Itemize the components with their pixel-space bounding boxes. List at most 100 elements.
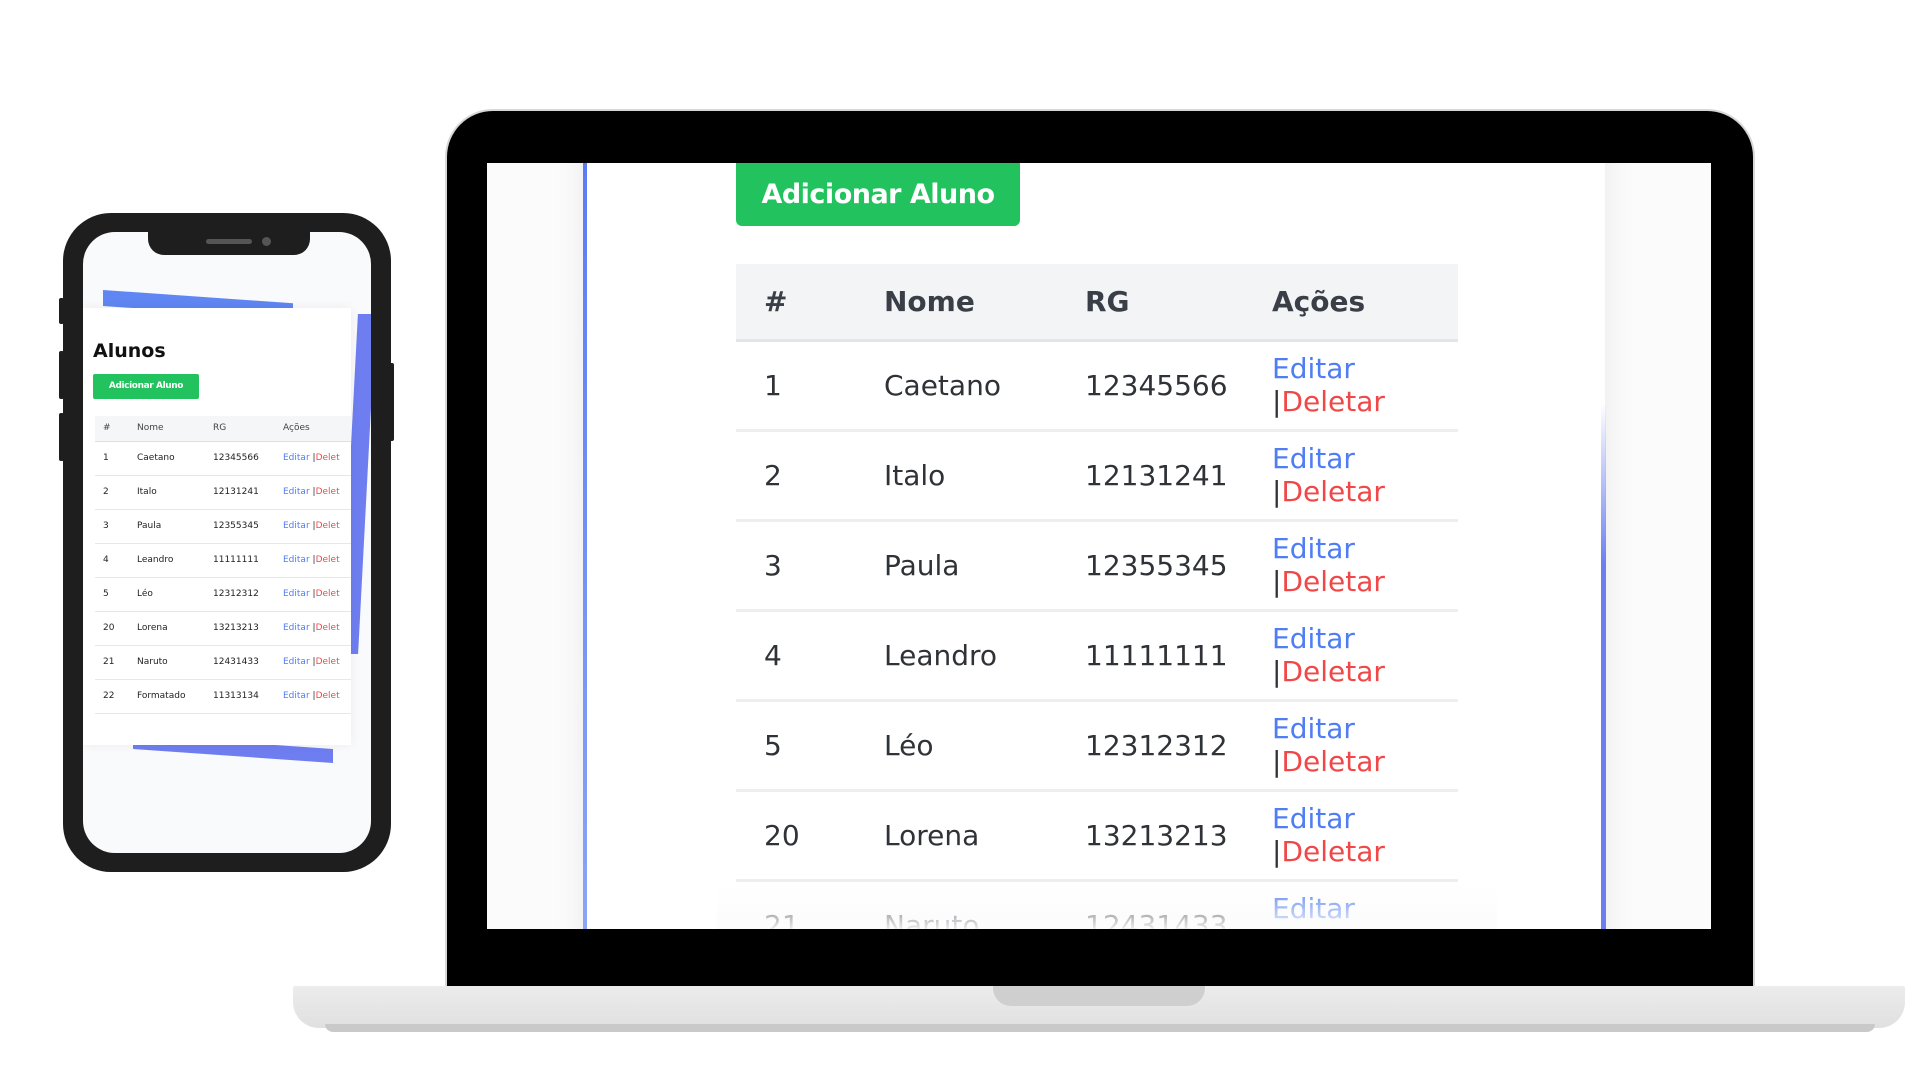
cell-rg: 12345566 <box>1057 340 1244 432</box>
cell-rg: 11111111 <box>205 543 275 578</box>
table-row: 21 Naruto 12431433 Editar |Delet <box>95 645 351 680</box>
cell-name: Italo <box>856 430 1057 522</box>
cell-actions: Editar |Delet <box>275 509 351 544</box>
cell-rg: 12355345 <box>205 509 275 544</box>
delete-link[interactable]: Deletar <box>1281 835 1384 868</box>
cell-rg: 12345566 <box>205 441 275 476</box>
cell-name: Léo <box>129 577 205 612</box>
edit-link[interactable]: Editar <box>1272 712 1355 745</box>
delete-link[interactable]: Delet <box>316 589 340 599</box>
delete-link[interactable]: Deletar <box>1281 565 1384 598</box>
cell-actions: Editar |Deletar <box>1244 340 1458 432</box>
delete-link[interactable]: Delet <box>316 691 340 701</box>
add-student-button[interactable]: Adicionar Aluno <box>93 374 199 399</box>
cell-number: 2 <box>95 475 129 510</box>
camera-icon <box>262 237 271 246</box>
cell-name: Paula <box>856 520 1057 612</box>
delete-link[interactable]: Delet <box>316 487 340 497</box>
cell-actions: Editar |Deletar <box>1244 700 1458 792</box>
delete-link[interactable]: Delet <box>316 555 340 565</box>
cell-number: 22 <box>95 679 129 714</box>
phone-mockup: Alunos Adicionar Aluno # Nome RG Ações 1… <box>59 213 394 872</box>
edit-link[interactable]: Editar <box>1272 622 1355 655</box>
edit-link[interactable]: Editar <box>283 453 310 463</box>
delete-link[interactable]: Deletar <box>1281 385 1384 418</box>
table-row: 3 Paula 12355345 Editar |Deletar <box>736 520 1458 612</box>
edit-link[interactable]: Editar <box>283 589 310 599</box>
table-row: 20 Lorena 13213213 Editar |Deletar <box>736 790 1458 882</box>
column-header-name: Nome <box>856 264 1057 342</box>
cell-name: Leandro <box>129 543 205 578</box>
delete-link[interactable]: Deletar <box>1281 745 1384 778</box>
cell-rg: 12131241 <box>205 475 275 510</box>
phone-screen: Alunos Adicionar Aluno # Nome RG Ações 1… <box>83 232 371 853</box>
cell-number: 20 <box>736 790 856 882</box>
cell-rg: 11313134 <box>205 679 275 714</box>
delete-link[interactable]: Delet <box>316 623 340 633</box>
edit-link[interactable]: Editar <box>283 487 310 497</box>
phone-students-table: # Nome RG Ações 1 Caetano 12345566 Editar |… <box>95 416 351 714</box>
cell-actions: Editar |Deletar <box>1244 430 1458 522</box>
cell-name: Lorena <box>856 790 1057 882</box>
phone-notch <box>148 232 310 255</box>
delete-link[interactable]: Deletar <box>1281 655 1384 688</box>
table-row: 20 Lorena 13213213 Editar |Delet <box>95 611 351 646</box>
delete-link[interactable]: Deletar <box>1281 475 1384 508</box>
cell-number: 2 <box>736 430 856 522</box>
table-row: 4 Leandro 11111111 Editar |Delet <box>95 543 351 578</box>
cell-number: 3 <box>736 520 856 612</box>
phone-volume-up <box>59 351 64 399</box>
cell-name: Leandro <box>856 610 1057 702</box>
table-row: 3 Paula 12355345 Editar |Delet <box>95 509 351 544</box>
phone-power-button <box>389 363 394 441</box>
delete-link[interactable]: Delet <box>316 453 340 463</box>
cell-actions: Editar |Delet <box>275 475 351 510</box>
edit-link[interactable]: Editar <box>283 623 310 633</box>
column-header-rg: RG <box>1057 264 1244 342</box>
cell-rg: 12312312 <box>205 577 275 612</box>
cell-name: Léo <box>856 700 1057 792</box>
table-row: 5 Léo 12312312 Editar |Deletar <box>736 700 1458 792</box>
cell-name: Naruto <box>129 645 205 680</box>
cell-actions: Editar |Delet <box>275 543 351 578</box>
laptop-table-body: 1 Caetano 12345566 Editar |Deletar 2 Italo 121… <box>736 340 1458 929</box>
edit-link[interactable]: Editar <box>283 691 310 701</box>
edit-link[interactable]: Editar <box>283 555 310 565</box>
edit-link[interactable]: Editar <box>1272 352 1355 385</box>
cell-actions: Editar |Delet <box>275 611 351 646</box>
edit-link[interactable]: Editar <box>1272 442 1355 475</box>
phone-table-body: 1 Caetano 12345566 Editar |Delet 2 Italo 12131… <box>95 441 351 714</box>
delete-link[interactable]: Delet <box>316 657 340 667</box>
edit-link[interactable]: Editar <box>1272 532 1355 565</box>
phone-students-card: Alunos Adicionar Aluno # Nome RG Ações 1… <box>83 308 351 745</box>
laptop-trackpad-notch <box>993 986 1205 1006</box>
cell-rg: 13213213 <box>1057 790 1244 882</box>
table-row: 2 Italo 12131241 Editar |Deletar <box>736 430 1458 522</box>
cell-name: Caetano <box>856 340 1057 432</box>
cell-number: 3 <box>95 509 129 544</box>
column-header-name: Nome <box>129 416 205 442</box>
speaker-icon <box>206 239 252 244</box>
table-row: 22 Formatado 11313134 Editar |Delet <box>95 679 351 714</box>
decorative-blue-stripe-right <box>1601 403 1606 929</box>
laptop-screen: Adicionar Aluno # Nome RG Ações 1 Caetano… <box>487 163 1711 929</box>
edit-link[interactable]: Editar <box>283 521 310 531</box>
cell-actions: Editar |Delet <box>275 577 351 612</box>
table-row: 5 Léo 12312312 Editar |Delet <box>95 577 351 612</box>
delete-link[interactable]: Delet <box>316 521 340 531</box>
add-student-button[interactable]: Adicionar Aluno <box>736 163 1020 226</box>
table-row: 4 Leandro 11111111 Editar |Deletar <box>736 610 1458 702</box>
cell-actions: Editar |Deletar <box>1244 520 1458 612</box>
cell-number: 1 <box>95 441 129 476</box>
edit-link[interactable]: Editar <box>283 657 310 667</box>
cell-number: 20 <box>95 611 129 646</box>
scroll-fade-overlay <box>717 883 1497 929</box>
cell-name: Paula <box>129 509 205 544</box>
cell-rg: 11111111 <box>1057 610 1244 702</box>
edit-link[interactable]: Editar <box>1272 802 1355 835</box>
cell-actions: Editar |Delet <box>275 645 351 680</box>
decorative-blue-stripe-left <box>583 163 587 929</box>
column-header-number: # <box>95 416 129 442</box>
column-header-rg: RG <box>205 416 275 442</box>
cell-rg: 12312312 <box>1057 700 1244 792</box>
